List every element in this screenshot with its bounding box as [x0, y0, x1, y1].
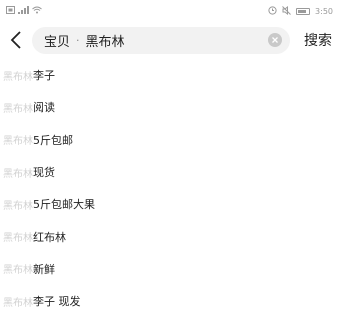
suggestion-prefix: 黑布林 — [3, 168, 33, 180]
suggestion-prefix: 黑布林 — [3, 71, 33, 83]
suggestion-prefix: 黑布林 — [3, 265, 33, 277]
suggestion-item[interactable]: 黑布林 红布林 — [0, 220, 341, 252]
sim-icon — [6, 6, 15, 16]
signal-icon — [18, 6, 29, 16]
suggestion-item[interactable]: 黑布林 5斤包邮 — [0, 124, 341, 156]
status-right-group: 3:50 — [268, 5, 333, 17]
suggestion-text: 李子 — [33, 69, 55, 83]
suggestion-item[interactable]: 黑布林 李子 现发 — [0, 285, 341, 317]
search-category-label: 宝贝 — [44, 34, 71, 50]
alarm-icon — [268, 5, 277, 17]
status-time: 3:50 — [315, 6, 333, 16]
suggestion-prefix: 黑布林 — [3, 200, 33, 212]
suggestion-text: 红布林 — [33, 230, 66, 244]
search-query: 宝贝 · 黑布林 — [44, 31, 125, 50]
search-separator: · — [76, 33, 80, 47]
status-bar: 3:50 — [0, 0, 341, 22]
suggestion-list: 黑布林 李子 黑布林 阅读 黑布林 5斤包邮 黑布林 现货 黑布林 5斤包邮大果 黑布… — [0, 59, 341, 317]
suggestion-prefix: 黑布林 — [3, 136, 33, 148]
suggestion-text: 阅读 — [33, 101, 55, 115]
suggestion-text: 现货 — [33, 166, 55, 180]
suggestion-prefix: 黑布林 — [3, 103, 33, 115]
mute-icon — [282, 5, 291, 17]
search-query-text: 黑布林 — [85, 34, 125, 50]
suggestion-item[interactable]: 黑布林 李子 — [0, 59, 341, 91]
suggestion-prefix: 黑布林 — [3, 297, 33, 309]
wifi-icon — [32, 6, 42, 16]
status-left-group — [6, 6, 42, 16]
close-icon — [272, 37, 278, 43]
suggestion-text: 5斤包邮 — [33, 133, 73, 147]
suggestion-text: 新鲜 — [33, 262, 55, 276]
suggestion-item[interactable]: 黑布林 新鲜 — [0, 253, 341, 285]
search-button[interactable]: 搜索 — [304, 30, 332, 50]
search-input[interactable]: 宝贝 · 黑布林 — [32, 26, 290, 54]
search-header: 宝贝 · 黑布林 搜索 — [0, 24, 341, 56]
suggestion-prefix: 黑布林 — [3, 233, 33, 245]
back-button[interactable] — [2, 25, 30, 55]
clear-button[interactable] — [268, 33, 282, 47]
suggestion-item[interactable]: 黑布林 5斤包邮大果 — [0, 188, 341, 220]
suggestion-text: 李子 现发 — [33, 295, 81, 309]
chevron-left-icon — [10, 31, 21, 49]
suggestion-text: 5斤包邮大果 — [33, 198, 95, 212]
battery-icon — [296, 7, 311, 15]
suggestion-item[interactable]: 黑布林 阅读 — [0, 91, 341, 123]
suggestion-item[interactable]: 黑布林 现货 — [0, 156, 341, 188]
